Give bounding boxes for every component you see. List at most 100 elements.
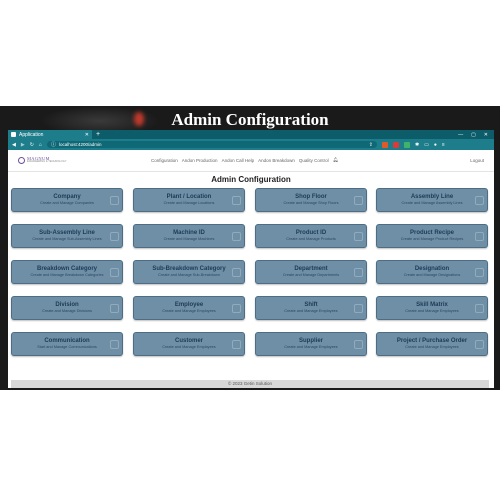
card-watermark-icon [110,304,119,313]
card-title: Supplier [298,338,323,345]
nav-andon-breakdown[interactable]: Andon Breakdown [258,158,295,163]
arrow-right-icon[interactable]: ▶ [21,142,25,148]
main-nav: Configuration Andon Production Andon Cal… [151,157,338,163]
sidebar-icon[interactable]: ▭ [424,142,429,148]
home-icon[interactable]: ⌂ [39,142,42,148]
config-card[interactable]: Product ID Create and Manage Products [255,224,367,248]
card-subtitle: Start and Manage Communications [37,345,97,350]
card-watermark-icon [232,196,241,205]
config-card[interactable]: Skill Matrix Create and Manage Employees [376,296,488,320]
reload-icon[interactable]: ↻ [30,142,34,148]
config-card[interactable]: Assembly Line Create and Manage Assembly … [376,188,488,212]
extensions-puzzle-icon[interactable]: ✱ [415,142,419,148]
brave-shield-icon[interactable] [381,141,388,148]
app-navbar: MAGNUM ENGINEERING & TECHNOLOGY Configur… [8,150,494,172]
card-subtitle: Create and Manage Designations [403,273,461,278]
browser-tab[interactable]: Application ✕ [8,130,92,139]
card-subtitle: Create and Manage Assembly Lines [401,201,463,206]
config-card[interactable]: Product Recipe Create and Manage Product … [376,224,488,248]
card-subtitle: Create and Manage Employees [162,309,216,314]
config-card[interactable]: Supplier Create and Manage Employees [255,332,367,356]
config-card[interactable]: Breakdown Category Create and Manage Brea… [11,260,123,284]
card-watermark-icon [232,304,241,313]
card-title: Company [53,194,81,201]
card-title: Employee [174,302,204,309]
card-title: Breakdown Category [36,266,97,273]
nav-andon-production[interactable]: Andon Production [182,158,218,163]
card-title: Sub-Assembly Line [39,230,95,237]
card-subtitle: Create and Manage Products [286,237,336,242]
card-watermark-icon [475,304,484,313]
maximize-icon[interactable]: ▢ [471,132,476,138]
card-subtitle: Create and Manage Divisions [42,309,92,314]
nav-quality-control[interactable]: Quality Control [299,158,329,163]
minimize-icon[interactable]: — [458,132,463,138]
card-subtitle: Create and Manage Employees [405,309,459,314]
card-watermark-icon [475,232,484,241]
card-title: Assembly Line [410,194,454,201]
config-card[interactable]: Employee Create and Manage Employees [133,296,245,320]
card-watermark-icon [475,196,484,205]
card-title: Product ID [295,230,327,237]
card-title: Division [55,302,79,309]
card-watermark-icon [232,232,241,241]
company-logo: MAGNUM ENGINEERING & TECHNOLOGY [18,156,67,164]
card-title: Skill Matrix [416,302,448,309]
browser-window: Application ✕ + — ▢ ✕ ◀ ▶ ↻ ⌂ ⓘ localhos… [8,130,494,388]
nav-andon-call-help[interactable]: Andon Call Help [222,158,255,163]
card-subtitle: Create and Manage Product Recipes [400,237,464,242]
config-card[interactable]: Designation Create and Manage Designation… [376,260,488,284]
config-card[interactable]: Department Create and Manage Departments [255,260,367,284]
card-title: Project / Purchase Order [396,338,468,345]
config-card[interactable]: Shop Floor Create and Manage Shop Floors [255,188,367,212]
card-subtitle: Create and Manage Companies [40,201,94,206]
card-watermark-icon [354,196,363,205]
bell-icon[interactable]: 🔔︎ [333,157,339,163]
menu-icon[interactable]: ≡ [442,142,445,148]
card-watermark-icon [110,268,119,277]
address-toolbar: ◀ ▶ ↻ ⌂ ⓘ localhost:4200/admin ⇪ ✱ ▭ ● ≡ [8,139,494,150]
card-subtitle: Create and Manage Departments [282,273,340,278]
favicon-icon [11,132,16,137]
arrow-left-icon[interactable]: ◀ [12,142,16,148]
profile-icon[interactable]: ● [434,142,437,148]
extension-green-icon[interactable] [403,141,410,148]
card-title: Customer [174,338,203,345]
card-subtitle: Create and Manage Employees [162,345,216,350]
logo-tagline: ENGINEERING & TECHNOLOGY [27,160,67,164]
card-title: Plant / Location [166,194,212,201]
video-title: Admin Configuration [171,110,329,129]
card-watermark-icon [110,340,119,349]
site-info-icon[interactable]: ⓘ [51,141,56,148]
config-card[interactable]: Sub-Breakdown Category Create and Manage … [133,260,245,284]
config-card-grid: Company Create and Manage Companies Plant … [11,188,494,380]
config-card[interactable]: Company Create and Manage Companies [11,188,123,212]
close-window-icon[interactable]: ✕ [484,132,488,138]
config-card[interactable]: Division Create and Manage Divisions [11,296,123,320]
extension-red-icon[interactable] [392,141,399,148]
card-watermark-icon [354,268,363,277]
new-tab-button[interactable]: + [96,131,100,138]
card-watermark-icon [232,340,241,349]
card-watermark-icon [232,268,241,277]
config-card[interactable]: Shift Create and Manage Employees [255,296,367,320]
card-subtitle: Create and Manage Locations [163,201,215,206]
card-title: Shift [304,302,318,309]
config-card[interactable]: Customer Create and Manage Employees [133,332,245,356]
card-subtitle: Create and Manage Employees [405,345,459,350]
address-bar[interactable]: ⓘ localhost:4200/admin ⇪ [46,141,377,148]
config-card[interactable]: Project / Purchase Order Create and Manag… [376,332,488,356]
card-watermark-icon [110,232,119,241]
config-card[interactable]: Sub-Assembly Line Create and Manage Sub-A… [11,224,123,248]
page-title: Admin Configuration [211,175,291,184]
share-icon[interactable]: ⇪ [369,142,373,148]
config-card[interactable]: Plant / Location Create and Manage Locati… [133,188,245,212]
tab-close-icon[interactable]: ✕ [85,132,89,138]
nav-configuration[interactable]: Configuration [151,158,178,163]
config-card[interactable]: Machine ID Create and Manage Machines [133,224,245,248]
card-subtitle: Create and Manage Employees [284,345,338,350]
config-card[interactable]: Communication Start and Manage Communicat… [11,332,123,356]
logout-link[interactable]: Logout [470,158,484,163]
card-watermark-icon [475,268,484,277]
logo-mark-icon [18,157,25,164]
